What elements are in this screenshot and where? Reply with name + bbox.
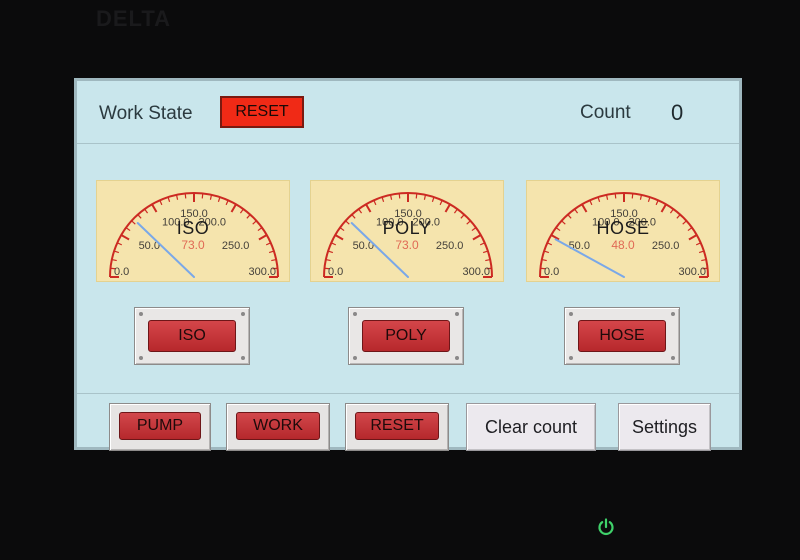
- iso-button[interactable]: ISO: [148, 320, 236, 352]
- gauge-minor-tick: [453, 208, 458, 214]
- pump-button[interactable]: PUMP: [119, 412, 201, 440]
- gauge-iso-value: 73.0: [181, 238, 205, 252]
- gauge-major-tick: [151, 203, 158, 213]
- reset-button-frame: RESET: [345, 403, 449, 451]
- gauge-minor-tick: [647, 196, 651, 203]
- gauge-poly-label: POLY: [382, 218, 432, 238]
- count-value: 0: [671, 100, 684, 125]
- gauge-minor-tick: [225, 200, 229, 206]
- gauge-tick-label: 300.0: [248, 266, 276, 278]
- status-header: Work State RESET Count 0: [77, 81, 739, 144]
- rivet: [569, 312, 573, 316]
- rivet: [455, 312, 459, 316]
- rivet: [455, 356, 459, 360]
- divider: [77, 393, 739, 394]
- iso-button-frame: ISO: [134, 307, 250, 365]
- gauge-hose-label: HOSE: [596, 218, 650, 238]
- gauge-minor-tick: [201, 193, 204, 199]
- settings-button[interactable]: Settings: [618, 403, 711, 451]
- gauge-minor-tick: [574, 208, 579, 214]
- gauge-poly-value: 73.0: [395, 238, 419, 252]
- gauge-minor-tick: [144, 208, 149, 214]
- gauge-minor-tick: [167, 196, 171, 203]
- clear-count-button[interactable]: Clear count: [466, 403, 596, 451]
- gauge-minor-tick: [184, 193, 187, 199]
- rivet: [139, 356, 143, 360]
- gauge-major-tick: [660, 203, 667, 213]
- rivet: [353, 312, 357, 316]
- gauge-minor-tick: [358, 208, 363, 214]
- rivet: [569, 356, 573, 360]
- poly-button[interactable]: POLY: [362, 320, 450, 352]
- gauge-minor-tick: [415, 193, 418, 199]
- gauge-tick-label: 0.0: [328, 266, 343, 278]
- gauge-minor-tick: [669, 208, 674, 214]
- work-state-badge: RESET: [220, 96, 304, 128]
- reset-button[interactable]: RESET: [355, 412, 439, 440]
- work-button[interactable]: WORK: [236, 412, 320, 440]
- gauge-major-tick: [444, 203, 451, 213]
- pump-button-frame: PUMP: [109, 403, 211, 451]
- rivet: [671, 312, 675, 316]
- gauge-minor-tick: [398, 193, 401, 199]
- gauge-minor-tick: [239, 208, 244, 214]
- gauge-minor-tick: [431, 196, 435, 203]
- hose-button[interactable]: HOSE: [578, 320, 666, 352]
- gauge-minor-tick: [655, 200, 659, 206]
- work-button-frame: WORK: [226, 403, 330, 451]
- power-icon[interactable]: [596, 517, 616, 537]
- rivet: [671, 356, 675, 360]
- gauge-minor-tick: [159, 200, 163, 206]
- gauge-tick-label: 300.0: [678, 266, 706, 278]
- gauge-hose: 0.0 50.0 100.0 150.0 200.0 250.0 300.0 HOSE 48…: [526, 180, 720, 282]
- gauge-minor-tick: [439, 200, 443, 206]
- gauge-major-tick: [365, 203, 372, 213]
- rivet: [139, 312, 143, 316]
- gauge-tick-label: 0.0: [114, 266, 129, 278]
- hmi-screen: Work State RESET Count 0 0.0 50.0 100.0 150…: [74, 78, 742, 451]
- gauge-major-tick: [230, 203, 237, 213]
- rivet: [241, 312, 245, 316]
- poly-button-frame: POLY: [348, 307, 464, 365]
- gauge-minor-tick: [597, 196, 601, 203]
- gauge-hose-value: 48.0: [611, 238, 635, 252]
- rivet: [353, 356, 357, 360]
- gauge-minor-tick: [589, 200, 593, 206]
- gauge-major-tick: [581, 203, 588, 213]
- gauge-iso: 0.0 50.0 100.0 150.0 200.0 250.0 300.0 ISO 73.…: [96, 180, 290, 282]
- gauge-minor-tick: [381, 196, 385, 203]
- delta-logo: DELTA: [96, 6, 172, 31]
- hose-button-frame: HOSE: [564, 307, 680, 365]
- gauge-iso-label: ISO: [176, 218, 210, 238]
- work-state-label: Work State: [99, 103, 193, 124]
- gauge-poly: 0.0 50.0 100.0 150.0 200.0 250.0 300.0 POLY 73…: [310, 180, 504, 282]
- gauge-minor-tick: [373, 200, 377, 206]
- count-label: Count: [580, 102, 631, 123]
- gauge-tick-label: 0.0: [544, 266, 559, 278]
- gauge-minor-tick: [631, 193, 634, 199]
- gauge-tick-label: 300.0: [462, 266, 490, 278]
- gauge-minor-tick: [217, 196, 221, 203]
- gauge-minor-tick: [614, 193, 617, 199]
- rivet: [241, 356, 245, 360]
